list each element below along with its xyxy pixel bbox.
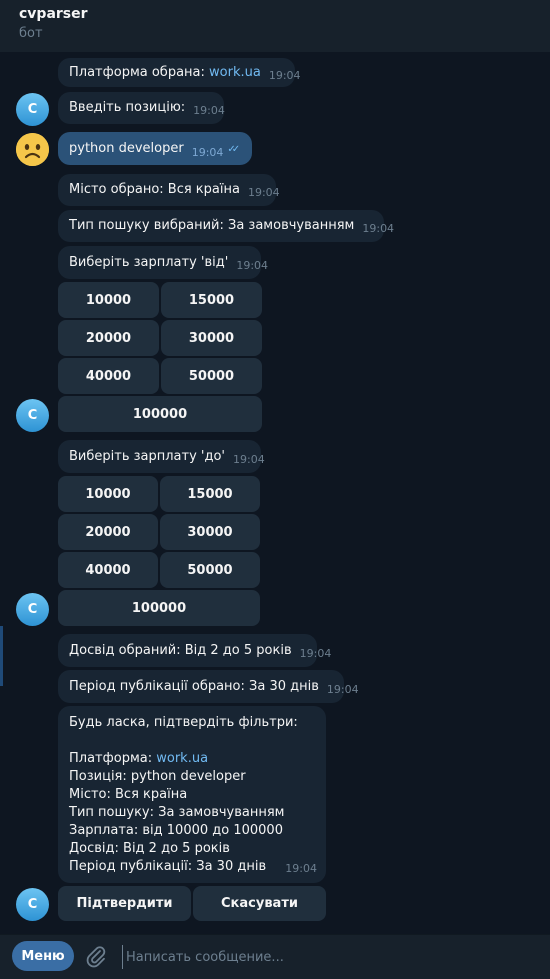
confirm-button[interactable]: Підтвердити: [58, 886, 191, 921]
message-time: 19:04: [191, 146, 224, 159]
salary-from-button-40000[interactable]: 40000: [58, 358, 159, 394]
bot-avatar[interactable]: C: [16, 399, 49, 432]
message-enter-position: Введіть позицію: 19:04: [58, 92, 225, 124]
message-line: Період публікації: За 30 днів: [69, 859, 267, 874]
double-check-icon: ✓✓: [227, 144, 240, 155]
message-text: python developer: [69, 141, 184, 156]
message-text: Тип пошуку вибраний: За замовчуванням: [69, 218, 355, 233]
message-time: 19:04: [247, 186, 280, 199]
message-line: Будь ласка, підтвердіть фільтри:: [69, 715, 298, 730]
message-line: Зарплата: від 10000 до 100000: [69, 823, 283, 838]
bot-avatar[interactable]: C: [16, 888, 49, 921]
salary-to-button-20000[interactable]: 20000: [58, 514, 158, 550]
attach-glyph: [86, 946, 106, 968]
message-text: Виберіть зарплату 'до': [69, 449, 226, 464]
salary-to-button-30000[interactable]: 30000: [160, 514, 260, 550]
salary-from-button-30000[interactable]: 30000: [161, 320, 262, 356]
work-ua-link[interactable]: work.ua: [209, 65, 261, 80]
chat-header[interactable]: cvparser бот: [0, 0, 550, 52]
salary-from-button-10000[interactable]: 10000: [58, 282, 159, 318]
message-period-selected: Період публікації обрано: За 30 днів 19:0…: [58, 670, 359, 703]
message-text: Період публікації обрано: За 30 днів: [69, 679, 319, 694]
salary-to-button-50000[interactable]: 50000: [160, 552, 260, 588]
salary-to-button-40000[interactable]: 40000: [58, 552, 158, 588]
message-line: Місто: Вся країна: [69, 787, 188, 802]
chat-subtitle: бот: [19, 26, 43, 41]
bot-avatar[interactable]: C: [16, 593, 49, 626]
message-time: 19:04: [233, 453, 265, 466]
message-time: 19:04: [193, 104, 225, 117]
message-text: Досвід обраний: Від 2 до 5 років: [69, 643, 292, 658]
salary-from-button-20000[interactable]: 20000: [58, 320, 159, 356]
message-time: 19:04: [285, 862, 317, 875]
bot-avatar[interactable]: C: [16, 93, 49, 126]
salary-to-button-100000[interactable]: 100000: [58, 590, 260, 626]
selection-marker: [0, 626, 3, 686]
message-confirm-filters: Будь ласка, підтвердіть фільтри: Платфор…: [58, 706, 326, 883]
message-text: Виберіть зарплату 'від': [69, 255, 229, 270]
salary-from-button-100000[interactable]: 100000: [58, 396, 262, 432]
user-avatar-emoji: [16, 133, 49, 166]
chat-title: cvparser: [19, 6, 88, 22]
message-salary-to: Виберіть зарплату 'до' 19:04: [58, 440, 265, 473]
paperclip-icon[interactable]: [85, 945, 107, 969]
message-line: Позиція: python developer: [69, 769, 246, 784]
message-time: 19:04: [268, 69, 301, 82]
work-ua-link[interactable]: work.ua: [156, 751, 208, 766]
message-line: Тип пошуку: За замовчуванням: [69, 805, 285, 820]
message-text: Платформа обрана: work.ua: [69, 65, 261, 80]
message-list[interactable]: Платформа обрана: work.ua 19:04 Введіть п…: [0, 52, 550, 934]
message-time: 19:04: [299, 647, 332, 660]
menu-button[interactable]: Меню: [12, 941, 74, 971]
message-text: Місто обрано: Вся країна: [69, 182, 240, 197]
message-line: Досвід: Від 2 до 5 років: [69, 841, 230, 856]
message-input[interactable]: [122, 945, 532, 969]
message-time: 19:04: [236, 259, 269, 272]
message-experience-selected: Досвід обраний: Від 2 до 5 років 19:04: [58, 634, 331, 667]
message-salary-from: Виберіть зарплату 'від' 19:04: [58, 246, 268, 279]
message-time: 19:04: [362, 222, 395, 235]
salary-to-button-15000[interactable]: 15000: [160, 476, 260, 512]
message-city-selected: Місто обрано: Вся країна 19:04: [58, 174, 280, 206]
salary-to-button-10000[interactable]: 10000: [58, 476, 158, 512]
message-platform-selected: Платформа обрана: work.ua 19:04: [58, 58, 301, 87]
unamused-face-icon[interactable]: [16, 133, 49, 166]
cancel-button[interactable]: Скасувати: [193, 886, 326, 921]
salary-from-button-15000[interactable]: 15000: [161, 282, 262, 318]
message-python-developer: python developer 19:04 ✓✓: [58, 132, 252, 165]
message-line: Платформа: work.ua: [69, 751, 209, 766]
message-search-type: Тип пошуку вибраний: За замовчуванням 19:…: [58, 210, 394, 242]
composer-bar: Меню: [0, 934, 550, 979]
message-time: 19:04: [326, 683, 359, 696]
salary-from-button-50000[interactable]: 50000: [161, 358, 262, 394]
message-text: Введіть позицію:: [69, 100, 186, 115]
